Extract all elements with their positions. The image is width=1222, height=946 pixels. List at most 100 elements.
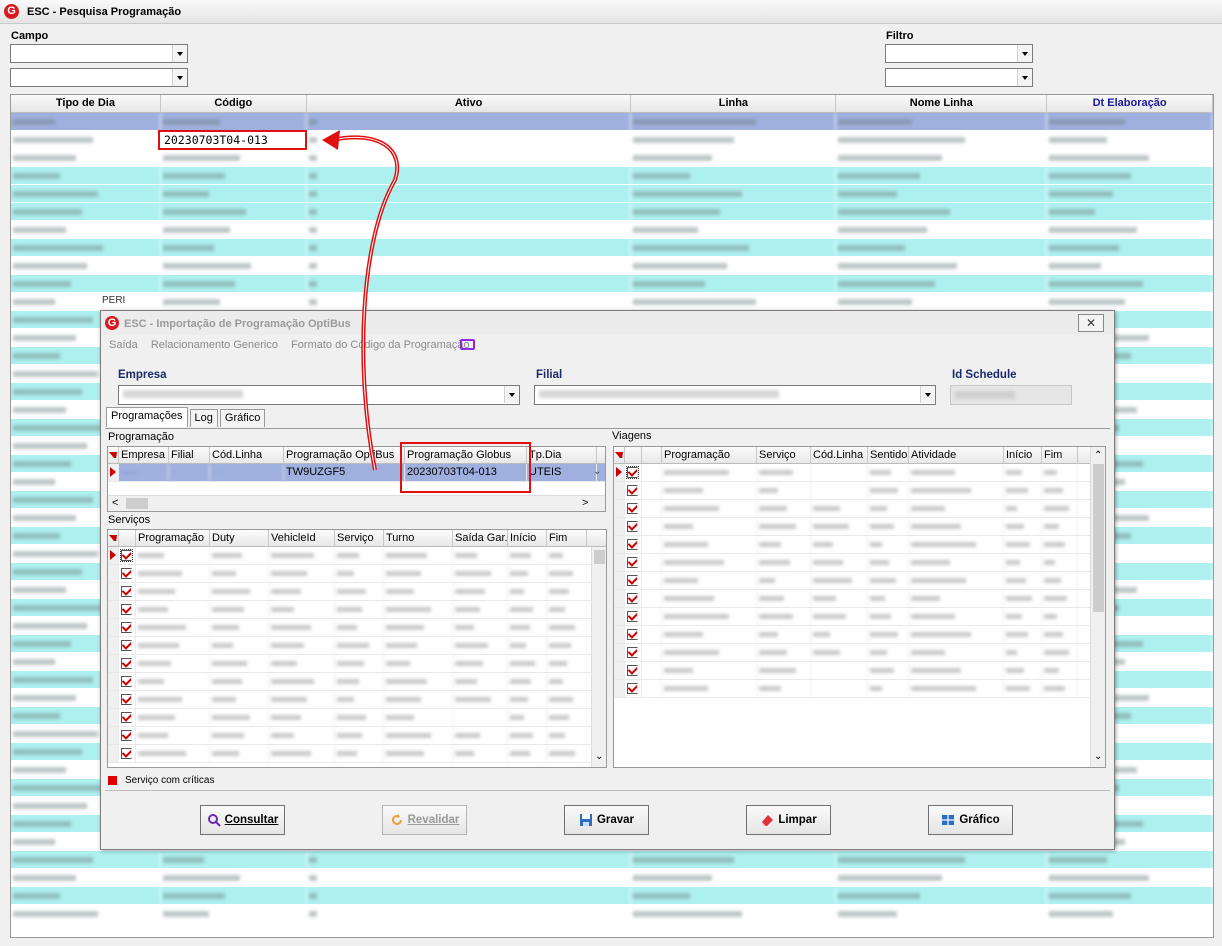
grid-row[interactable] xyxy=(11,239,1213,257)
tab-log[interactable]: Log xyxy=(189,409,218,427)
viagens-vscroll[interactable]: ⌃ ⌄ xyxy=(1090,447,1105,767)
viagem-row[interactable] xyxy=(614,680,1105,698)
servico-row[interactable] xyxy=(108,727,606,745)
col-tp-dia[interactable]: Tp.Dia xyxy=(527,447,597,463)
filial-select[interactable] xyxy=(534,385,936,405)
servico-row[interactable] xyxy=(108,655,606,673)
idschedule-field[interactable] xyxy=(950,385,1072,405)
menu-relacionamento[interactable]: Relacionamento Generico xyxy=(151,339,278,351)
checkbox[interactable] xyxy=(121,676,132,687)
checkbox[interactable] xyxy=(627,557,638,568)
col-viagem-cod-linha[interactable]: Cód.Linha xyxy=(811,447,868,463)
viagem-row[interactable] xyxy=(614,572,1105,590)
servicos-grid[interactable]: Programação Duty VehicleId Serviço Turno… xyxy=(107,529,607,768)
col-codigo[interactable]: Código xyxy=(161,95,307,112)
checkbox[interactable] xyxy=(627,503,638,514)
col-filial[interactable]: Filial xyxy=(169,447,210,463)
col-servico[interactable]: Serviço xyxy=(335,530,384,546)
filtro-select-2[interactable] xyxy=(885,68,1033,87)
checkbox[interactable] xyxy=(121,748,132,759)
servicos-vscroll[interactable]: ⌄ xyxy=(591,547,606,767)
limpar-button[interactable]: Limpar xyxy=(746,805,831,835)
checkbox[interactable] xyxy=(627,629,638,640)
scroll-right-icon[interactable]: > xyxy=(582,497,588,509)
grid-row[interactable] xyxy=(11,293,1213,311)
grid-row[interactable] xyxy=(11,257,1213,275)
servico-row[interactable] xyxy=(108,673,606,691)
scroll-down-icon[interactable]: ⌄ xyxy=(593,466,601,477)
grid-row[interactable] xyxy=(11,149,1213,167)
col-inicio[interactable]: Início xyxy=(508,530,547,546)
grid-row[interactable] xyxy=(11,275,1213,293)
col-sentido[interactable]: Sentido xyxy=(868,447,909,463)
grid-row[interactable] xyxy=(11,851,1213,869)
consultar-button[interactable]: Consultar xyxy=(200,805,285,835)
scroll-left-icon[interactable]: < xyxy=(112,497,118,509)
viagem-row[interactable] xyxy=(614,464,1105,482)
revalidar-button[interactable]: Revalidar xyxy=(382,805,467,835)
chevron-down-icon[interactable] xyxy=(172,69,187,86)
col-programacao[interactable]: Programação xyxy=(136,530,210,546)
scroll-down-icon[interactable]: ⌄ xyxy=(1094,751,1102,762)
grid-row[interactable] xyxy=(11,221,1213,239)
viagem-row[interactable] xyxy=(614,662,1105,680)
scroll-thumb[interactable] xyxy=(1093,464,1104,612)
col-dt-elaboracao[interactable]: Dt Elaboração xyxy=(1047,95,1213,112)
grid-row[interactable] xyxy=(11,869,1213,887)
tab-grafico[interactable]: Gráfico xyxy=(219,409,266,427)
col-tipo-de-dia[interactable]: Tipo de Dia xyxy=(11,95,161,112)
filter-icon[interactable] xyxy=(108,447,119,463)
chevron-down-icon[interactable] xyxy=(920,386,935,403)
col-viagem-fim[interactable]: Fim xyxy=(1042,447,1078,463)
grid-row[interactable] xyxy=(11,905,1213,923)
grid-row[interactable] xyxy=(11,167,1213,185)
checkbox[interactable] xyxy=(121,730,132,741)
col-nome-linha[interactable]: Nome Linha xyxy=(836,95,1048,112)
col-vehicleid[interactable]: VehicleId xyxy=(269,530,335,546)
scroll-down-icon[interactable]: ⌄ xyxy=(595,751,603,762)
gravar-button[interactable]: Gravar xyxy=(564,805,649,835)
servico-row[interactable] xyxy=(108,565,606,583)
col-atividade[interactable]: Atividade xyxy=(909,447,1004,463)
viagem-row[interactable] xyxy=(614,590,1105,608)
scroll-thumb[interactable] xyxy=(126,498,148,509)
checkbox[interactable] xyxy=(120,549,133,562)
viagens-grid[interactable]: Programação Serviço Cód.Linha Sentido At… xyxy=(613,446,1106,768)
grid-row[interactable] xyxy=(11,203,1213,221)
checkbox[interactable] xyxy=(121,604,132,615)
col-linha[interactable]: Linha xyxy=(631,95,837,112)
chevron-down-icon[interactable] xyxy=(1017,45,1032,62)
checkbox[interactable] xyxy=(627,611,638,622)
col-turno[interactable]: Turno xyxy=(384,530,453,546)
col-ativo[interactable]: Ativo xyxy=(307,95,632,112)
campo-select-2[interactable] xyxy=(10,68,188,87)
grid-row[interactable] xyxy=(11,887,1213,905)
col-duty[interactable]: Duty xyxy=(210,530,269,546)
tab-programacoes[interactable]: Programações xyxy=(106,407,188,427)
checkbox[interactable] xyxy=(121,694,132,705)
scroll-thumb[interactable] xyxy=(594,550,605,564)
checkbox[interactable] xyxy=(121,568,132,579)
checkbox[interactable] xyxy=(627,665,638,676)
chevron-down-icon[interactable] xyxy=(172,45,187,62)
col-empresa[interactable]: Empresa xyxy=(119,447,169,463)
checkbox[interactable] xyxy=(121,640,132,651)
col-viagem-inicio[interactable]: Início xyxy=(1004,447,1042,463)
checkbox[interactable] xyxy=(627,647,638,658)
checkbox[interactable] xyxy=(121,658,132,669)
scroll-up-icon[interactable]: ⌃ xyxy=(1094,450,1102,461)
checkbox[interactable] xyxy=(627,575,638,586)
monitor-icon[interactable] xyxy=(460,339,475,350)
checkbox[interactable] xyxy=(121,712,132,723)
col-cod-linha[interactable]: Cód.Linha xyxy=(210,447,284,463)
programacao-hscroll[interactable]: < > xyxy=(108,495,605,511)
grafico-button[interactable]: Gráfico xyxy=(928,805,1013,835)
close-button[interactable]: ✕ xyxy=(1078,314,1104,332)
servico-row[interactable] xyxy=(108,601,606,619)
col-saida-gar[interactable]: Saída Gar. xyxy=(453,530,508,546)
viagem-row[interactable] xyxy=(614,518,1105,536)
col-viagem-servico[interactable]: Serviço xyxy=(757,447,811,463)
checkbox[interactable] xyxy=(627,521,638,532)
viagem-row[interactable] xyxy=(614,608,1105,626)
viagem-row[interactable] xyxy=(614,536,1105,554)
